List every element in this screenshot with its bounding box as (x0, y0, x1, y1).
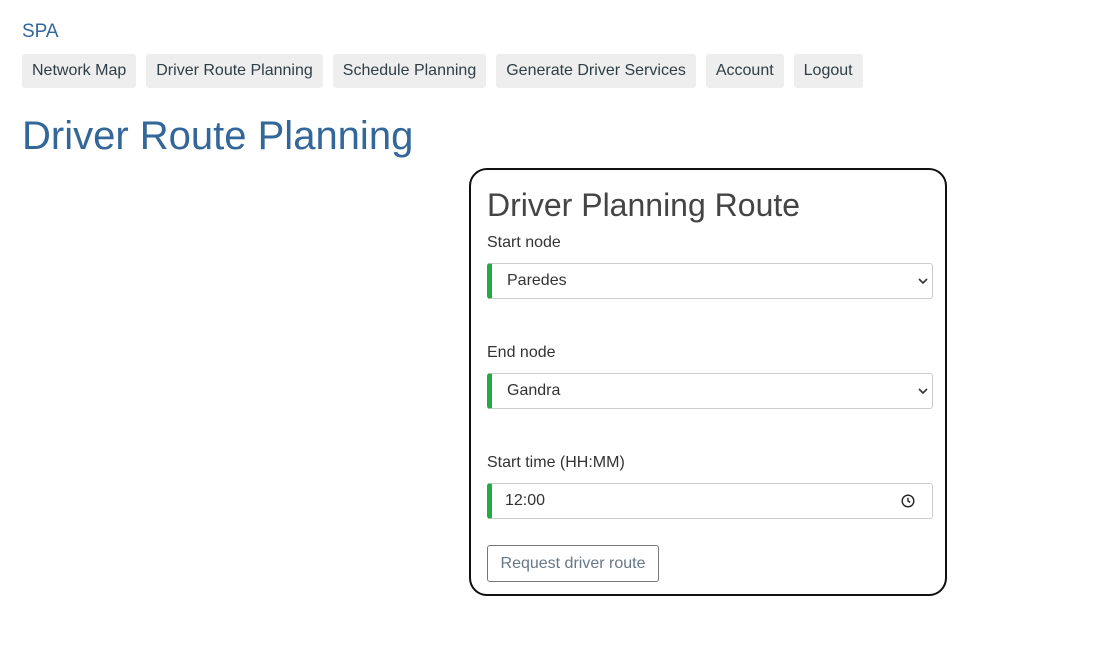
end-node-label: End node (487, 344, 556, 361)
page-title: Driver Route Planning (22, 114, 414, 158)
start-time-input[interactable]: 12:00 (487, 483, 933, 519)
nav-account[interactable]: Account (705, 54, 784, 88)
nav-logout[interactable]: Logout (793, 54, 863, 88)
start-node-select[interactable]: Paredes (487, 263, 933, 299)
app-title[interactable]: SPA (22, 21, 59, 43)
form-title: Driver Planning Route (487, 187, 801, 223)
start-node-value: Paredes (507, 272, 567, 289)
nav-driver-route-planning[interactable]: Driver Route Planning (146, 54, 323, 88)
end-node-select[interactable]: Gandra (487, 373, 933, 409)
clock-icon[interactable] (901, 494, 915, 508)
start-time-value: 12:00 (505, 492, 546, 509)
driver-route-form: Driver Planning Route Start node Paredes… (469, 168, 947, 596)
chevron-down-icon (918, 278, 928, 285)
main-nav: Network Map Driver Route Planning Schedu… (22, 54, 863, 88)
request-driver-route-button[interactable]: Request driver route (487, 545, 659, 582)
nav-generate-driver-services[interactable]: Generate Driver Services (496, 54, 696, 88)
end-node-value: Gandra (507, 382, 561, 399)
start-time-label: Start time (HH:MM) (487, 454, 625, 471)
chevron-down-icon (918, 388, 928, 395)
start-node-label: Start node (487, 234, 561, 251)
nav-schedule-planning[interactable]: Schedule Planning (332, 54, 487, 88)
nav-network-map[interactable]: Network Map (22, 54, 137, 88)
